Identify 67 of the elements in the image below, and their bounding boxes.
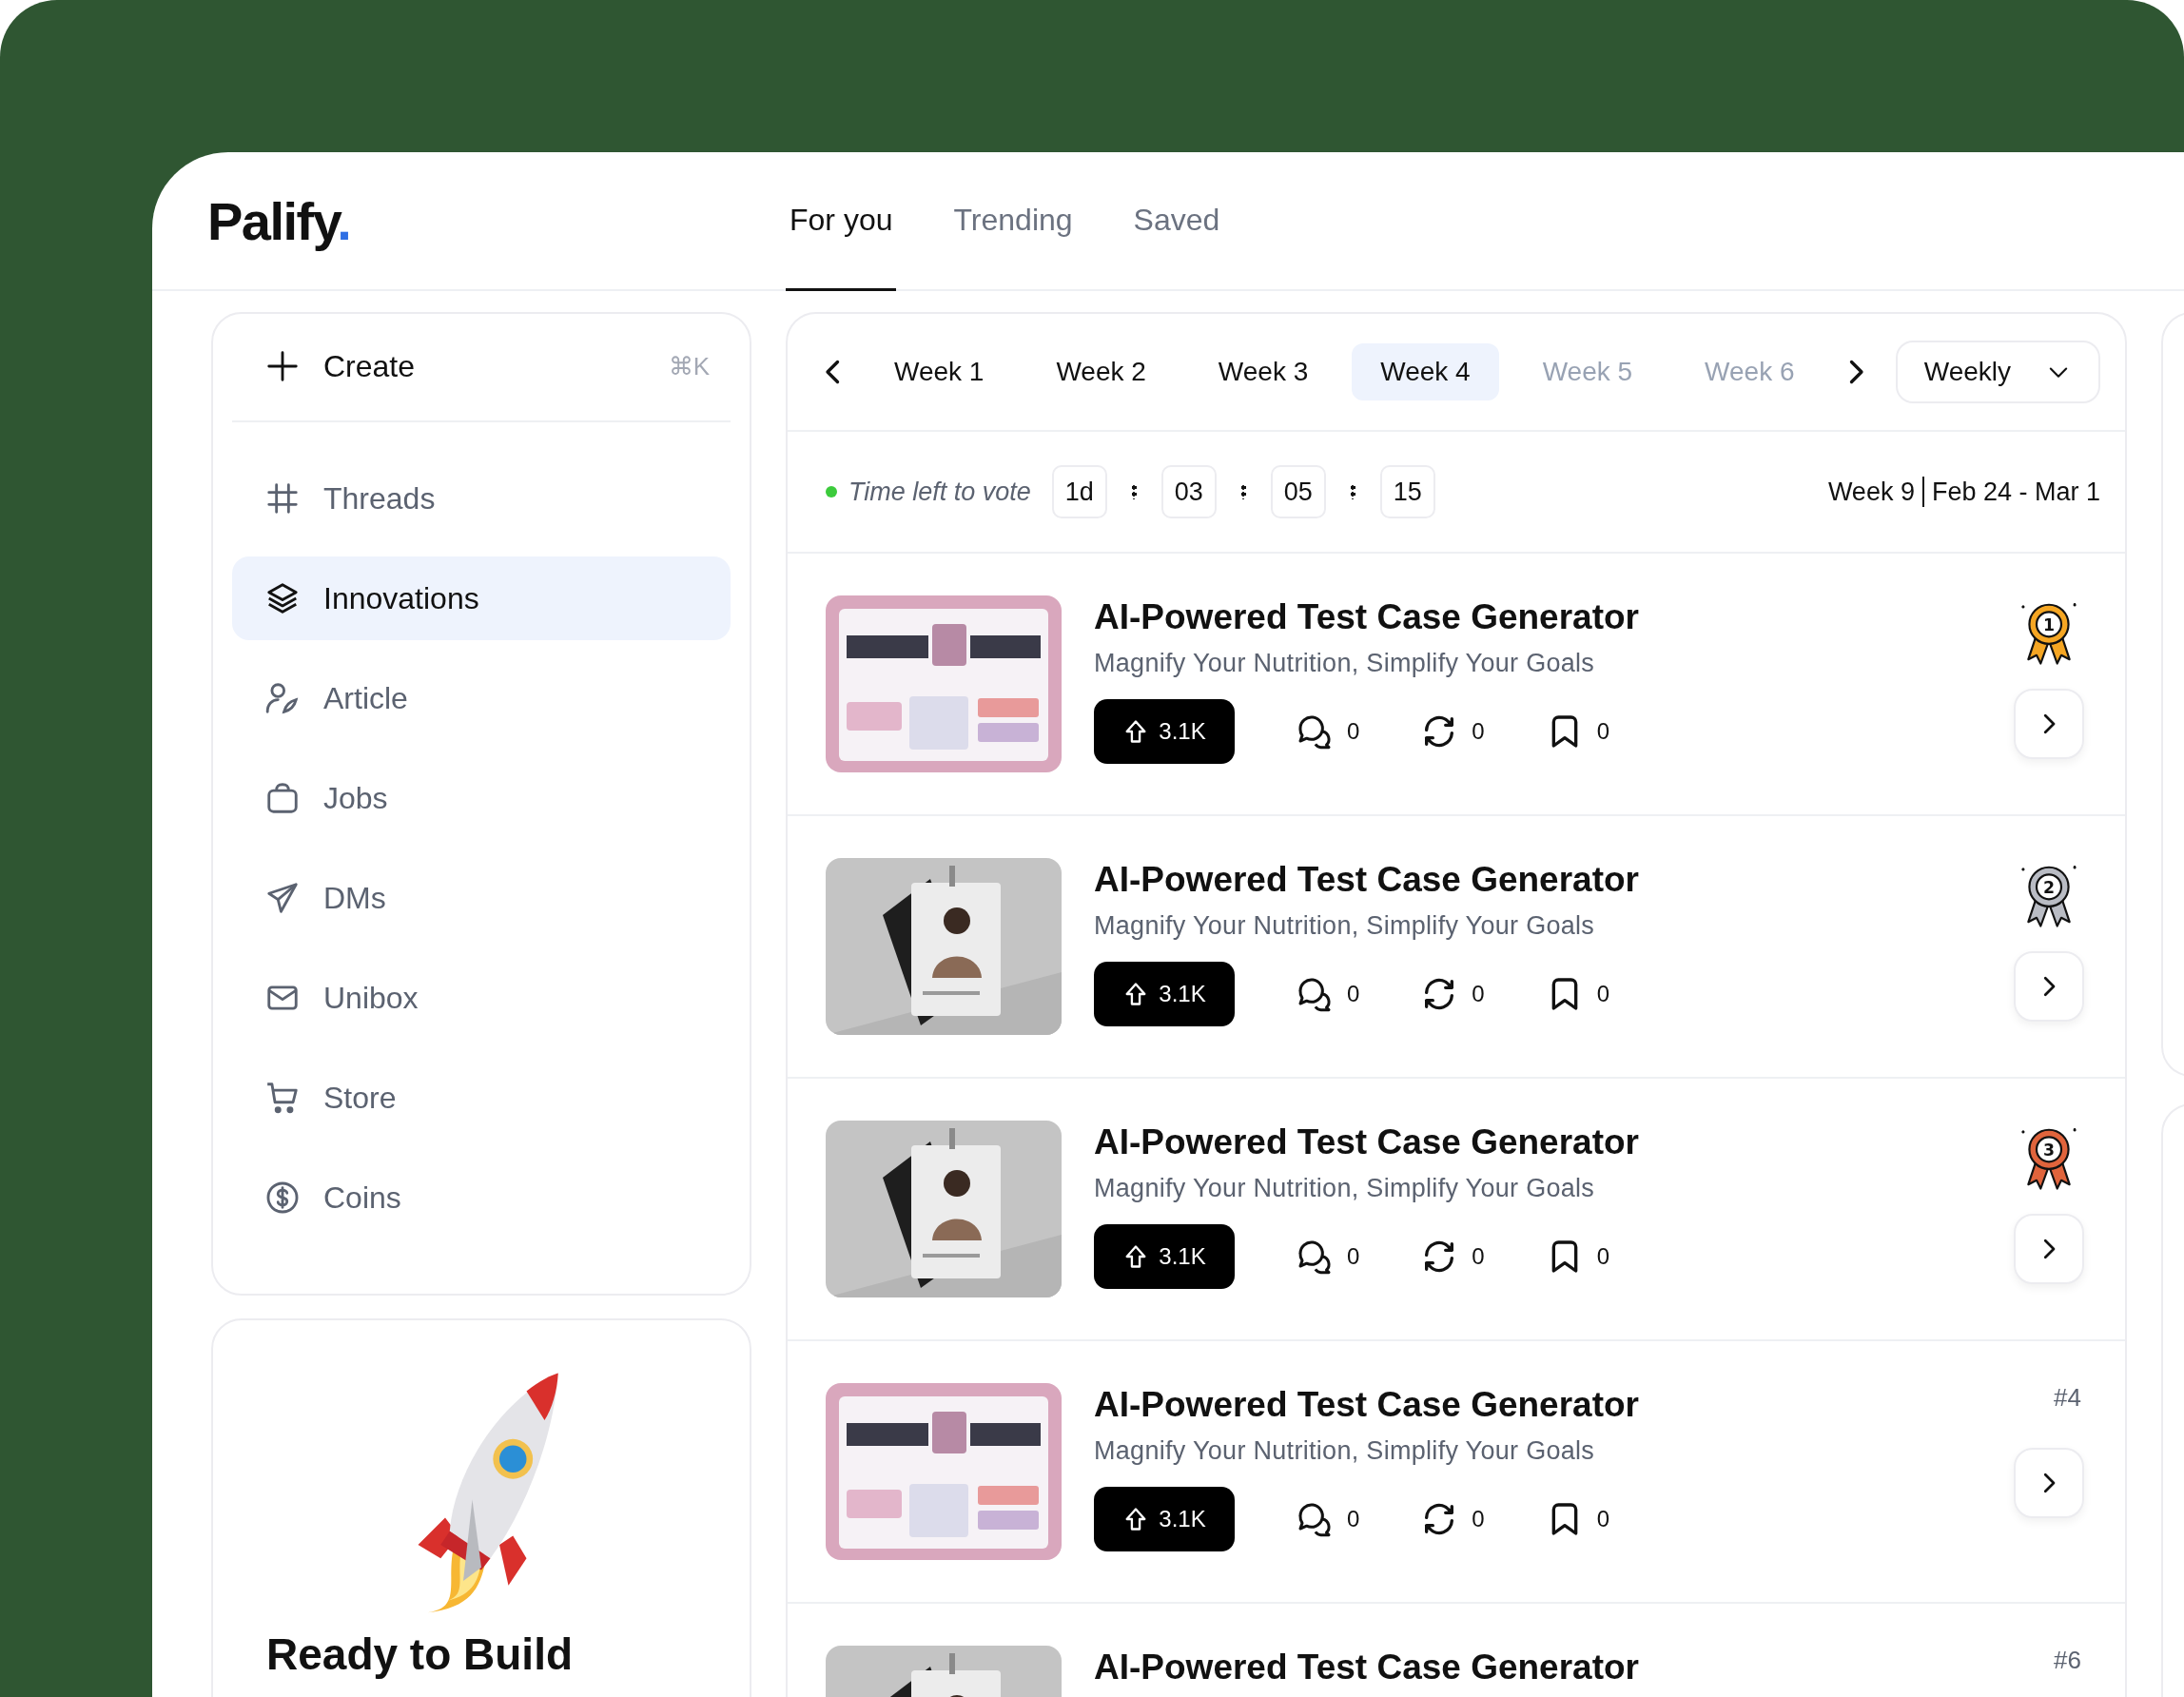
timer-value: 03 (1160, 465, 1217, 518)
sidebar-item[interactable]: Innovations (232, 556, 731, 640)
sidebar-item[interactable]: Coins (232, 1156, 731, 1239)
repost-button[interactable]: 0 (1420, 712, 1485, 751)
sidebar-item[interactable]: Threads (232, 457, 731, 540)
week-tab[interactable]: Week 4 (1352, 343, 1499, 400)
upvote-button[interactable]: 3.1K (1094, 1487, 1235, 1551)
post-title: AI-Powered Test Case Generator (1094, 1122, 1640, 1162)
rank-number: #6 (2054, 1646, 2081, 1676)
coin-icon (264, 1180, 301, 1216)
bookmark-button[interactable]: 0 (1545, 975, 1610, 1013)
chat-bubbles-icon (1296, 712, 1334, 751)
cart-icon (264, 1080, 301, 1116)
bag-icon (264, 780, 301, 816)
rank-number: #4 (2054, 1383, 2081, 1414)
person-icon (264, 680, 301, 716)
upvote-button[interactable]: 3.1K (1094, 699, 1235, 764)
upvote-button[interactable]: 3.1K (1094, 1224, 1235, 1289)
open-button[interactable] (2014, 951, 2084, 1022)
week-tab[interactable]: Week 3 (1189, 343, 1337, 400)
open-button[interactable] (2014, 1214, 2084, 1284)
date-range: Feb 24 - Mar 1 (1931, 477, 2100, 507)
logo: Palify. (207, 189, 352, 252)
shortcut-hint: ⌘K (668, 351, 710, 381)
week-tab[interactable]: Week 1 (866, 343, 1013, 400)
post-subtitle: Magnify Your Nutrition, Simplify Your Goals (1094, 649, 1596, 678)
bookmark-button[interactable]: 0 (1545, 1500, 1610, 1538)
send-icon (264, 880, 301, 916)
create-button[interactable]: Create ⌘K (232, 333, 731, 400)
repost-button[interactable]: 0 (1420, 1238, 1485, 1276)
bookmark-button[interactable]: 0 (1545, 712, 1610, 751)
post-title: AI-Powered Test Case Generator (1094, 1648, 1640, 1687)
sidebar-item[interactable]: Article (232, 656, 731, 740)
vote-label: Time left to vote (848, 477, 1031, 507)
timer-value: 1d (1051, 465, 1107, 518)
plus-icon (264, 348, 301, 384)
timer-value: 05 (1270, 465, 1326, 518)
bookmark-button[interactable]: 0 (1545, 1238, 1610, 1276)
post-subtitle: Magnify Your Nutrition, Simplify Your Goals (1094, 1436, 1596, 1466)
comment-button[interactable]: 0 (1296, 1238, 1360, 1276)
comment-button[interactable]: 0 (1296, 712, 1360, 751)
promo-title: Ready to Build (266, 1630, 574, 1679)
week-tab[interactable]: Week 2 (1027, 343, 1175, 400)
upvote-button[interactable]: 3.1K (1094, 962, 1235, 1026)
sidebar-item[interactable]: DMs (232, 856, 731, 940)
hash-icon (264, 480, 301, 517)
sidebar-item[interactable]: Unibox (232, 956, 731, 1040)
post-title: AI-Powered Test Case Generator (1094, 597, 1640, 637)
repost-button[interactable]: 0 (1420, 975, 1485, 1013)
open-button[interactable] (2014, 689, 2084, 759)
open-button[interactable] (2014, 1448, 2084, 1518)
week-number: Week 9 (1827, 477, 1915, 507)
nav-tab[interactable]: For you (786, 152, 897, 291)
nav-tab[interactable]: Saved (1129, 152, 1224, 291)
timer-value: 15 (1379, 465, 1435, 518)
period-dropdown[interactable]: Weekly (1895, 341, 2100, 403)
layers-icon (264, 580, 301, 616)
comment-button[interactable]: 0 (1296, 1500, 1360, 1538)
sidebar-item[interactable]: Store (232, 1056, 731, 1140)
post-title: AI-Powered Test Case Generator (1094, 1385, 1640, 1425)
post-subtitle: Magnify Your Nutrition, Simplify Your Goals (1094, 911, 1596, 941)
post-subtitle: Magnify Your Nutrition, Simplify Your Goals (1094, 1174, 1596, 1203)
nav-tab[interactable]: Trending (949, 152, 1077, 291)
repost-button[interactable]: 0 (1420, 1500, 1485, 1538)
sidebar-item[interactable]: Jobs (232, 756, 731, 840)
post-title: AI-Powered Test Case Generator (1094, 860, 1640, 900)
comment-button[interactable]: 0 (1296, 975, 1360, 1013)
